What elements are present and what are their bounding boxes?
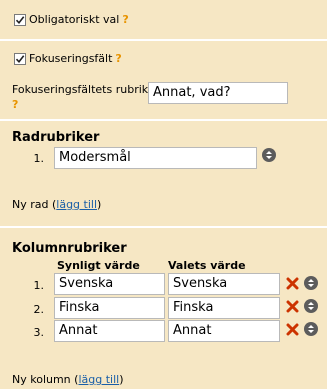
mandatory-option: Obligatoriskt val ? xyxy=(14,13,129,26)
column-visible-input[interactable]: Svenska xyxy=(54,273,165,295)
column-value-input[interactable]: Finska xyxy=(168,297,280,319)
mandatory-checkbox[interactable] xyxy=(14,13,26,26)
focus-checkbox[interactable] xyxy=(14,52,26,65)
sort-arrows-icon[interactable] xyxy=(304,299,318,313)
separator xyxy=(0,119,327,121)
column-number: 2. xyxy=(33,303,45,316)
rows-title: Radrubriker xyxy=(12,130,100,145)
mandatory-label: Obligatoriskt val xyxy=(29,13,120,26)
delete-x-icon[interactable] xyxy=(286,323,299,336)
column-header-value: Valets värde xyxy=(168,259,246,272)
column-visible-input[interactable]: Finska xyxy=(54,297,165,319)
focus-label: Fokuseringsfält xyxy=(29,52,113,65)
add-column-line: Ny kolumn (lägg till) xyxy=(12,373,124,386)
column-value-input[interactable]: Annat xyxy=(168,320,280,342)
focus-option: Fokuseringsfält ? xyxy=(14,52,122,65)
mandatory-help-icon[interactable]: ? xyxy=(122,13,128,26)
add-row-line: Ny rad (lägg till) xyxy=(12,198,101,211)
add-column-suffix: ) xyxy=(119,373,124,386)
delete-x-icon[interactable] xyxy=(286,300,299,313)
focus-help-icon[interactable]: ? xyxy=(115,52,121,65)
add-row-link[interactable]: lägg till xyxy=(56,198,97,211)
separator xyxy=(0,39,327,41)
add-row-suffix: ) xyxy=(97,198,102,211)
focus-heading-label: Fokuseringsfältets rubrik ? xyxy=(12,83,152,111)
add-column-prefix: Ny kolumn ( xyxy=(12,373,79,386)
focus-heading-help-icon[interactable]: ? xyxy=(12,98,152,111)
focus-heading-text: Fokuseringsfältets rubrik xyxy=(12,83,149,96)
column-visible-input[interactable]: Annat xyxy=(54,320,165,342)
focus-heading-input[interactable]: Annat, vad? xyxy=(148,82,288,104)
checkmark-icon xyxy=(15,15,25,24)
row-number: 1. xyxy=(33,152,45,165)
columns-title: Kolumnrubriker xyxy=(12,241,127,256)
column-number: 3. xyxy=(33,326,45,339)
sort-arrows-icon[interactable] xyxy=(262,148,276,162)
checkmark-icon xyxy=(15,54,25,63)
column-value-input[interactable]: Svenska xyxy=(168,273,280,295)
delete-x-icon[interactable] xyxy=(286,277,299,290)
sort-arrows-icon[interactable] xyxy=(304,322,318,336)
column-header-visible: Synligt värde xyxy=(57,259,140,272)
row-input[interactable]: Modersmål xyxy=(54,147,257,169)
column-number: 1. xyxy=(33,279,45,292)
add-column-link[interactable]: lägg till xyxy=(78,373,119,386)
add-row-prefix: Ny rad ( xyxy=(12,198,57,211)
sort-arrows-icon[interactable] xyxy=(304,276,318,290)
separator xyxy=(0,226,327,228)
